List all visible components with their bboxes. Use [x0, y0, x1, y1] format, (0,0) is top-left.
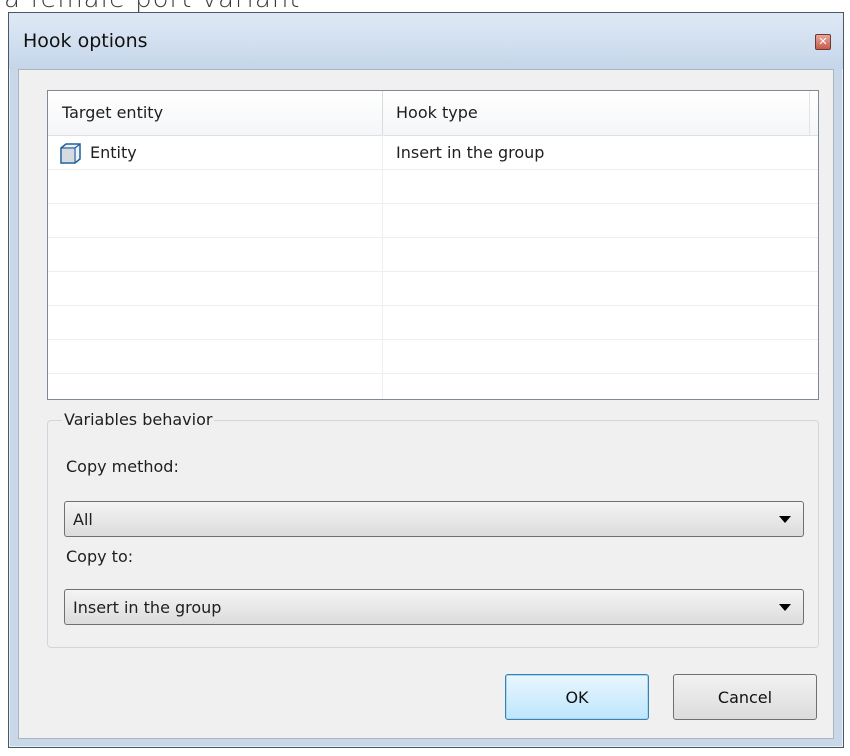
- table-row-empty[interactable]: [48, 305, 818, 340]
- row-hook-type: Insert in the group: [396, 143, 545, 162]
- cancel-button[interactable]: Cancel: [673, 674, 817, 720]
- copy-to-value: Insert in the group: [73, 598, 222, 617]
- dialog-title: Hook options: [23, 30, 148, 52]
- table-row[interactable]: Entity Insert in the group: [48, 135, 818, 170]
- hook-options-dialog: Hook options ✕ Target entity Hook type E…: [8, 12, 844, 748]
- table-row-empty[interactable]: [48, 373, 818, 399]
- table-row-empty[interactable]: [48, 339, 818, 374]
- title-bar[interactable]: Hook options ✕: [9, 13, 843, 69]
- table-row-empty[interactable]: [48, 169, 818, 204]
- dialog-client-area: Target entity Hook type Entity Insert in…: [18, 69, 834, 739]
- list-header: Target entity Hook type: [48, 91, 818, 136]
- copy-to-select[interactable]: Insert in the group: [64, 589, 804, 625]
- column-header-target-entity[interactable]: Target entity: [62, 103, 163, 122]
- table-row-empty[interactable]: [48, 237, 818, 272]
- group-title: Variables behavior: [62, 410, 215, 429]
- close-icon: ✕: [818, 35, 828, 48]
- column-divider[interactable]: [382, 91, 383, 135]
- chevron-down-icon: [779, 516, 791, 523]
- copy-method-value: All: [73, 510, 93, 529]
- hook-list[interactable]: Target entity Hook type Entity Insert in…: [47, 90, 819, 400]
- row-target-entity: Entity: [90, 143, 137, 162]
- column-header-hook-type[interactable]: Hook type: [396, 103, 478, 122]
- table-row-empty[interactable]: [48, 203, 818, 238]
- close-button[interactable]: ✕: [815, 34, 831, 50]
- entity-icon: [60, 143, 81, 164]
- chevron-down-icon: [779, 604, 791, 611]
- variables-behavior-group: Variables behavior Copy method: All Copy…: [47, 410, 819, 648]
- copy-method-label: Copy method:: [66, 457, 179, 476]
- table-row-empty[interactable]: [48, 271, 818, 306]
- copy-method-select[interactable]: All: [64, 501, 804, 537]
- ok-button[interactable]: OK: [505, 674, 649, 720]
- copy-to-label: Copy to:: [66, 547, 134, 566]
- column-divider: [809, 91, 810, 135]
